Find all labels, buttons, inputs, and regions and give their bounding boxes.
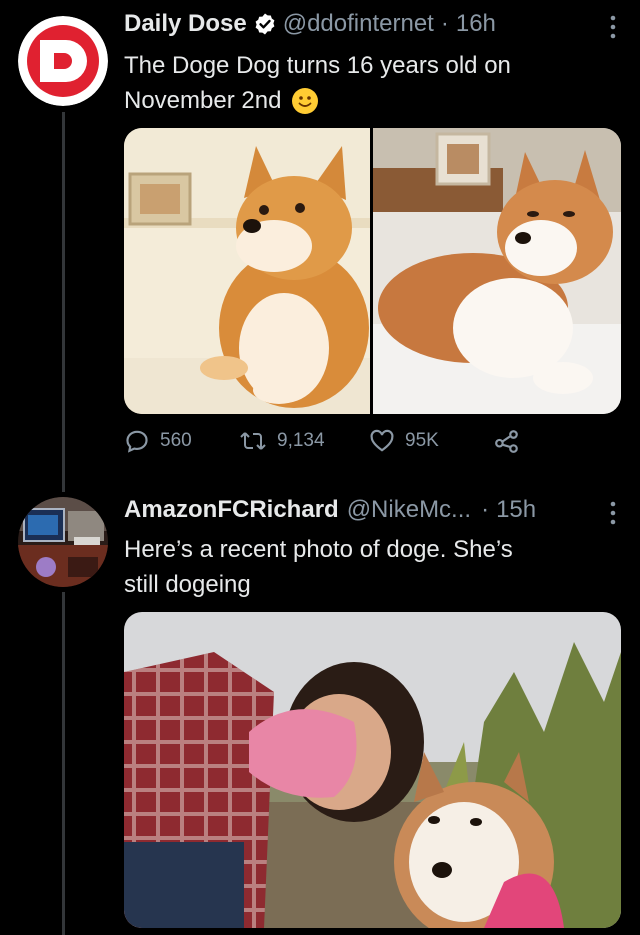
user-handle[interactable]: @ddofinternet [283, 10, 434, 38]
share-icon [495, 430, 518, 453]
like-count: 95K [405, 430, 439, 451]
separator-dot: · [440, 10, 449, 37]
display-name[interactable]: Daily Dose [124, 10, 247, 38]
separator-dot: · [481, 496, 490, 523]
heart-icon [370, 429, 394, 452]
doge-photo-right[interactable] [373, 128, 621, 414]
retweet-count: 9,134 [277, 430, 325, 451]
thread-line-2 [62, 592, 65, 935]
display-name[interactable]: AmazonFCRichard [124, 496, 339, 524]
retweet-icon [240, 432, 266, 450]
amazonfcrichard-avatar[interactable] [18, 497, 108, 587]
daily-dose-avatar[interactable] [18, 16, 108, 106]
avatar-photo [18, 497, 108, 587]
tweet-2-media[interactable] [124, 612, 621, 928]
timestamp[interactable]: 15h [496, 496, 536, 524]
woman-with-doge-photo[interactable] [124, 612, 621, 928]
tweet-1-text-line2-content: November 2nd [124, 87, 282, 114]
reply-button[interactable]: 560 [124, 428, 239, 454]
tweet-2-text-line1: Here’s a recent photo of doge. She’s [124, 536, 513, 563]
tweet-1-text: The Doge Dog turns 16 years old on Novem… [124, 48, 614, 118]
tweet-1-header: Daily Dose @ddofinternet · 16h [124, 10, 496, 38]
reply-icon [126, 430, 148, 453]
share-button[interactable] [494, 428, 520, 454]
tweet-1-text-line1: The Doge Dog turns 16 years old on [124, 52, 511, 79]
daily-dose-logo-icon [18, 16, 108, 106]
slightly-smiling-face-emoji [292, 87, 319, 114]
more-options-icon[interactable] [610, 500, 616, 533]
timestamp[interactable]: 16h [456, 10, 496, 38]
tweet-1-media[interactable] [124, 128, 621, 414]
tweet-2-text-line2: still dogeing [124, 571, 251, 598]
user-handle[interactable]: @NikeMc... [347, 496, 471, 524]
retweet-button[interactable]: 9,134 [239, 428, 369, 454]
tweet-1-text-line2: November 2nd [124, 83, 614, 118]
thread-line-1 [62, 112, 65, 492]
doge-photo-left[interactable] [124, 128, 370, 414]
verified-badge-icon [255, 13, 275, 35]
more-options-icon[interactable] [610, 14, 616, 47]
tweet-1-actions: 560 9,134 95K [124, 428, 520, 454]
tweet-2-text: Here’s a recent photo of doge. She’s sti… [124, 532, 614, 602]
tweet-2-header: AmazonFCRichard @NikeMc... · 15h [124, 496, 536, 524]
like-button[interactable]: 95K [369, 428, 494, 454]
reply-count: 560 [160, 430, 192, 451]
